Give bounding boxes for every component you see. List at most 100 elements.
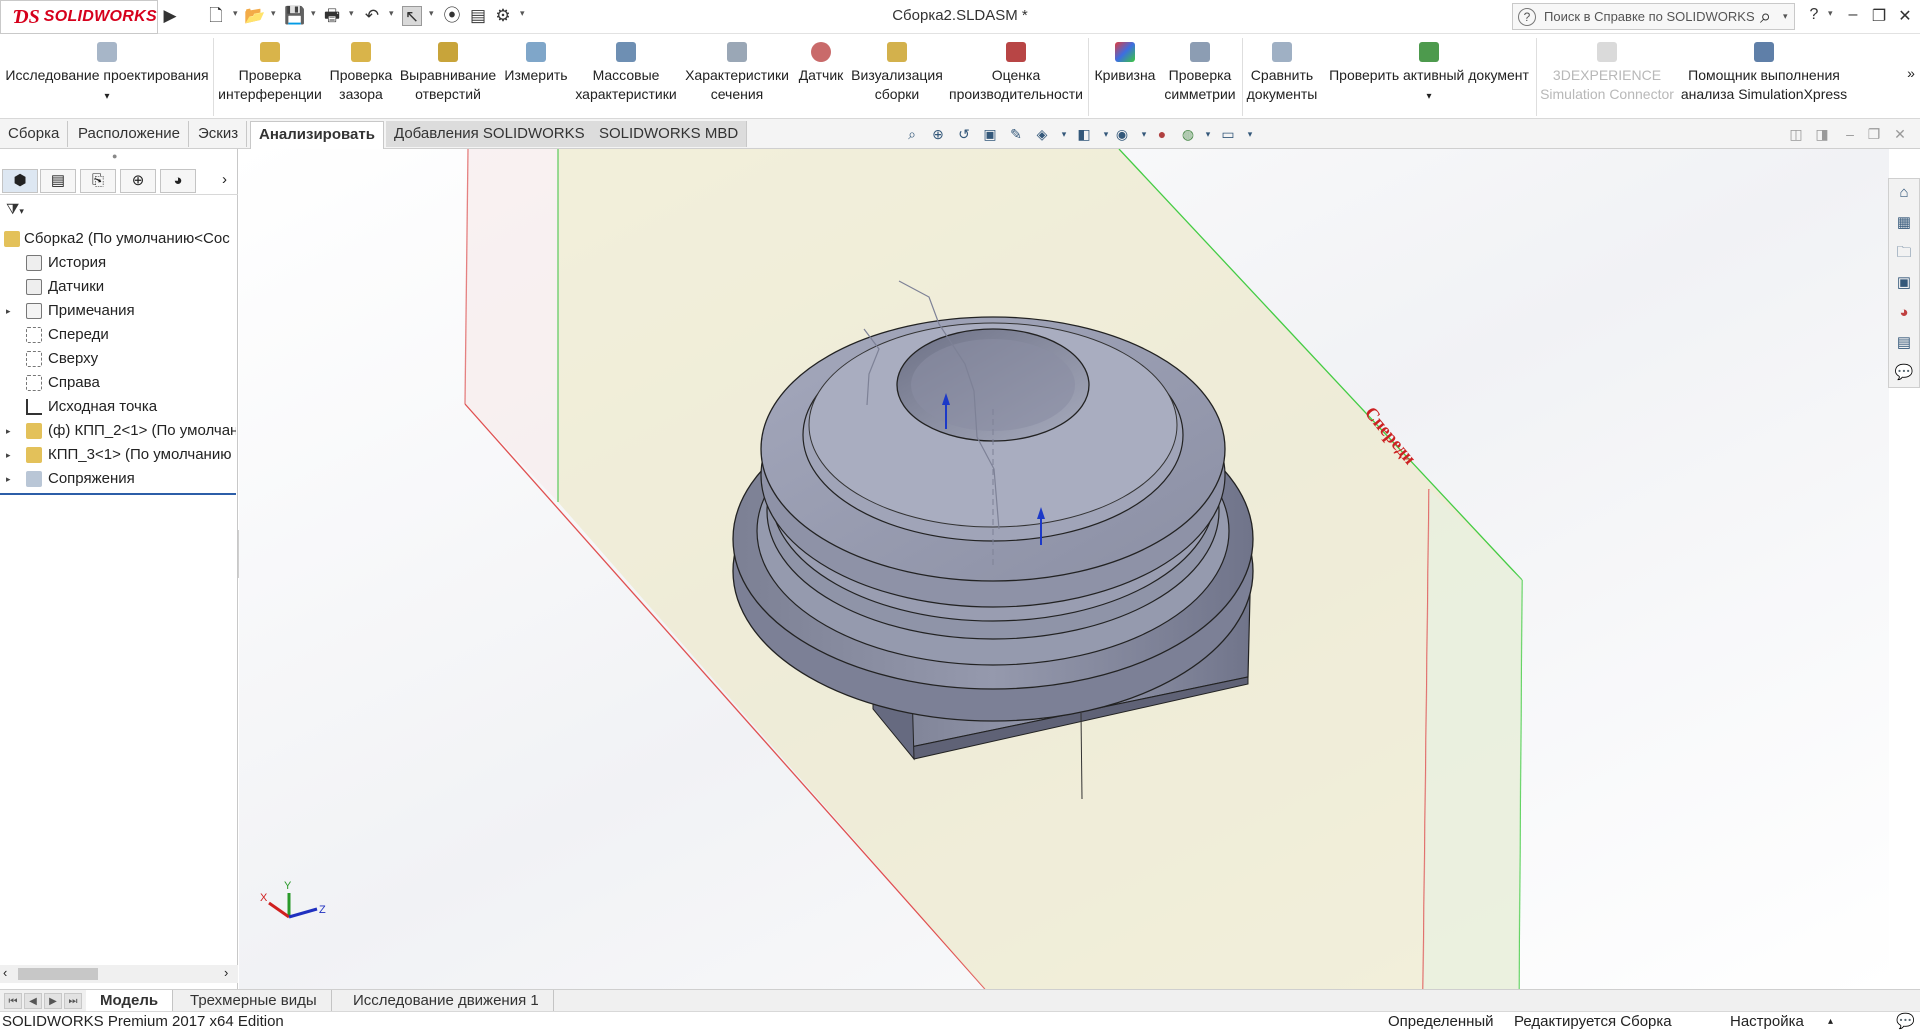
expand-arrow-icon[interactable]: ▸: [6, 443, 11, 467]
restore-icon[interactable]: ❐: [1868, 6, 1890, 26]
panel-grip-icon[interactable]: ●: [112, 151, 117, 161]
display-style-icon[interactable]: ◧: [1074, 124, 1094, 144]
minimize-icon[interactable]: –: [1842, 6, 1864, 24]
tree-item-component-kpp2[interactable]: ▸ (ф) КПП_2<1> (По умолчан: [0, 419, 236, 443]
tabs-next-icon[interactable]: ›: [222, 171, 227, 188]
view-orientation-icon[interactable]: ◈: [1032, 124, 1052, 144]
solidworks-resources-icon[interactable]: ⌂: [1894, 183, 1914, 203]
assembly-visualization-button[interactable]: Визуализация сборки: [850, 42, 944, 104]
apply-scene-caret-icon[interactable]: ▾: [1198, 124, 1218, 144]
expand-arrow-icon[interactable]: ▸: [6, 467, 11, 491]
help-caret-icon[interactable]: ▾: [1828, 8, 1833, 19]
measure-button[interactable]: Измерить: [500, 42, 572, 85]
hole-alignment-button[interactable]: Выравнивание отверстий: [398, 42, 498, 104]
horizontal-scrollbar[interactable]: ‹ ›: [0, 965, 238, 983]
display-manager-tab-icon[interactable]: ◕: [160, 169, 196, 193]
scroll-right-icon[interactable]: ›: [224, 965, 228, 980]
new-caret-icon[interactable]: ▾: [233, 8, 238, 19]
section-properties-button[interactable]: Характеристики сечения: [682, 42, 792, 104]
first-tab-icon[interactable]: ⏮: [4, 993, 22, 1009]
units-settings[interactable]: Настройка: [1730, 1012, 1804, 1031]
tab-motion-study[interactable]: Исследование движения 1: [339, 990, 554, 1012]
options-caret-icon[interactable]: ▾: [520, 8, 525, 19]
dimxpert-manager-tab-icon[interactable]: ⊕: [120, 169, 156, 193]
save-caret-icon[interactable]: ▾: [311, 8, 316, 19]
configuration-manager-tab-icon[interactable]: ⎘: [80, 169, 116, 193]
interference-check-button[interactable]: Проверка интерференции: [215, 42, 325, 104]
simulation-connector-button[interactable]: 3DEXPERIENCE Simulation Connector: [1538, 42, 1676, 104]
zoom-to-area-icon[interactable]: ⊕: [928, 124, 948, 144]
menu-expand-icon[interactable]: ▶: [160, 6, 180, 26]
view-palette-icon[interactable]: ▣: [1894, 273, 1914, 293]
tree-item-sensors[interactable]: Датчики: [0, 275, 236, 299]
appearances-scenes-icon[interactable]: ◕: [1894, 303, 1914, 323]
section-view-icon[interactable]: ▣: [980, 124, 1000, 144]
ribbon-overflow-icon[interactable]: »: [1904, 64, 1918, 83]
tree-item-mates[interactable]: ▸ Сопряжения: [0, 467, 236, 491]
file-explorer-icon[interactable]: 🗀: [1894, 243, 1914, 263]
tab-sketch[interactable]: Эскиз: [190, 121, 248, 147]
design-study-caret-icon[interactable]: ▾: [104, 91, 109, 102]
close-icon[interactable]: ✕: [1894, 6, 1916, 26]
tree-item-component-kpp3[interactable]: ▸ КПП_3<1> (По умолчанию: [0, 443, 236, 467]
tab-model[interactable]: Модель: [86, 990, 174, 1012]
prev-tab-icon[interactable]: ◀: [24, 993, 42, 1009]
tab-3d-views[interactable]: Трехмерные виды: [176, 990, 332, 1012]
last-tab-icon[interactable]: ⏭: [64, 993, 82, 1009]
tab-layout[interactable]: Расположение: [70, 121, 189, 147]
undo-icon[interactable]: ↶: [362, 6, 382, 26]
design-study-button[interactable]: Исследование проектирования ▾: [2, 42, 212, 106]
new-document-icon[interactable]: 🗋: [206, 6, 226, 26]
tree-item-history[interactable]: История: [0, 251, 236, 275]
rollback-bar[interactable]: [0, 493, 236, 495]
traffic-light-icon[interactable]: ⦿: [442, 6, 462, 26]
tab-assembly[interactable]: Сборка: [0, 121, 69, 147]
select-pointer-icon[interactable]: ↖: [402, 6, 422, 26]
view-orientation-caret-icon[interactable]: ▾: [1054, 124, 1074, 144]
expand-arrow-icon[interactable]: ▸: [6, 299, 11, 323]
tree-item-top-plane[interactable]: Сверху: [0, 347, 236, 371]
tab-solidworks-mbd[interactable]: SOLIDWORKS MBD: [591, 121, 748, 147]
zoom-to-fit-icon[interactable]: ⌕: [902, 124, 922, 144]
scroll-thumb[interactable]: [18, 968, 98, 980]
viewport-restore-icon[interactable]: ❐: [1864, 124, 1884, 144]
hide-show-items-icon[interactable]: ◉: [1112, 124, 1132, 144]
view-settings-icon[interactable]: ▭: [1218, 124, 1238, 144]
undo-caret-icon[interactable]: ▾: [389, 8, 394, 19]
options-gear-icon[interactable]: ⚙: [493, 6, 513, 26]
settings-caret-icon[interactable]: ▴: [1828, 1012, 1833, 1031]
open-caret-icon[interactable]: ▾: [271, 8, 276, 19]
check-document-caret-icon[interactable]: ▾: [1426, 91, 1431, 102]
simulationxpress-button[interactable]: Помощник выполнения анализа SimulationXpr…: [1678, 42, 1850, 104]
search-icon[interactable]: ⌕: [1760, 6, 1771, 29]
search-caret-icon[interactable]: ▾: [1783, 11, 1788, 22]
tree-item-assembly-root[interactable]: Сборка2 (По умолчанию<Сос: [0, 227, 236, 251]
design-library-icon[interactable]: ▦: [1894, 213, 1914, 233]
save-icon[interactable]: 💾: [284, 6, 305, 26]
help-search-box[interactable]: ? Поиск в Справке по SOLIDWORKS ⌕ ▾: [1512, 3, 1795, 30]
view-settings-caret-icon[interactable]: ▾: [1240, 124, 1260, 144]
tree-item-right-plane[interactable]: Справа: [0, 371, 236, 395]
solidworks-logo[interactable]: ƊS SOLIDWORKS: [0, 0, 158, 34]
viewport-split-icon[interactable]: ◨: [1812, 124, 1832, 144]
tree-item-origin[interactable]: Исходная точка: [0, 395, 236, 419]
forum-icon[interactable]: 💬: [1894, 363, 1914, 383]
select-caret-icon[interactable]: ▾: [429, 8, 434, 19]
open-folder-icon[interactable]: 📂: [244, 6, 265, 26]
filter-icon[interactable]: ⧩▾: [6, 201, 24, 218]
print-icon[interactable]: 🖶: [322, 6, 342, 26]
sensor-button[interactable]: Датчик: [792, 42, 850, 85]
compare-documents-button[interactable]: Сравнить документы: [1244, 42, 1320, 104]
viewport-close-icon[interactable]: ✕: [1890, 124, 1910, 144]
next-tab-icon[interactable]: ▶: [44, 993, 62, 1009]
feature-manager-tab-icon[interactable]: ⬢: [2, 169, 38, 193]
edit-appearance-icon[interactable]: ●: [1152, 124, 1172, 144]
hide-show-caret-icon[interactable]: ▾: [1134, 124, 1154, 144]
tab-evaluate[interactable]: Анализировать: [250, 121, 384, 149]
apply-scene-icon[interactable]: ◍: [1178, 124, 1198, 144]
viewport-tile-icon[interactable]: ◫: [1786, 124, 1806, 144]
clearance-check-button[interactable]: Проверка зазора: [325, 42, 397, 104]
print-caret-icon[interactable]: ▾: [349, 8, 354, 19]
custom-properties-icon[interactable]: ▤: [1894, 333, 1914, 353]
tree-item-annotations[interactable]: ▸ Примечания: [0, 299, 236, 323]
